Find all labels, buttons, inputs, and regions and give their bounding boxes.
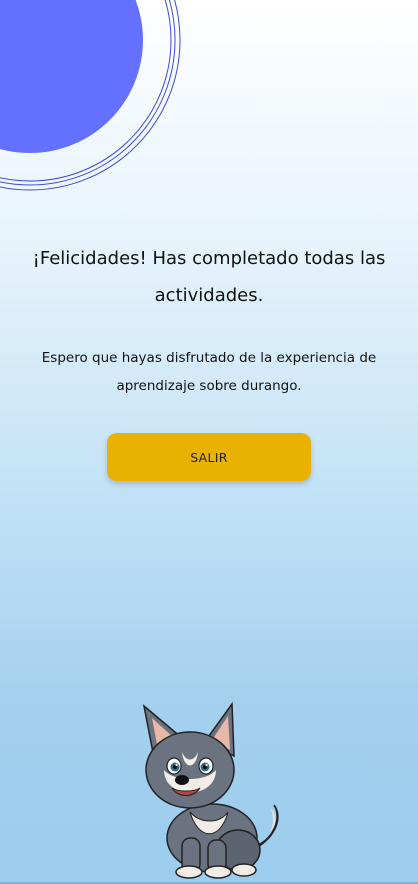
exit-button[interactable]: SALIR xyxy=(107,433,311,481)
wolf-pup-mascot-icon xyxy=(142,701,279,879)
decorative-circle-shape xyxy=(0,0,181,191)
congratulations-title: ¡Felicidades! Has completado todas las a… xyxy=(32,248,386,306)
completion-message: Espero que hayas disfrutado de la experi… xyxy=(41,350,377,394)
